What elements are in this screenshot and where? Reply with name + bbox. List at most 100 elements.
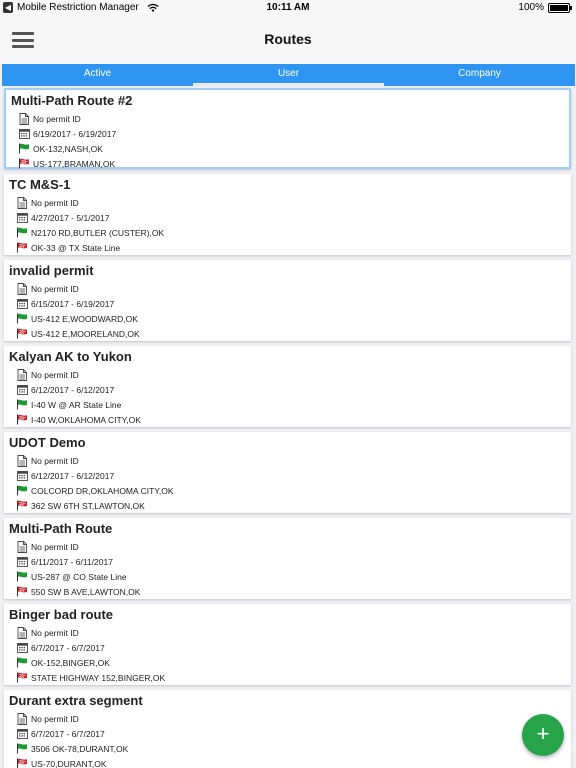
start-location-row: US-412 E,WOODWARD,OK bbox=[16, 311, 138, 326]
end-location-row: US-412 E,MOORELAND,OK bbox=[16, 326, 140, 341]
green-flag-icon bbox=[16, 313, 28, 325]
battery-percent: 100% bbox=[518, 2, 544, 13]
start-location: US-412 E,WOODWARD,OK bbox=[31, 313, 138, 324]
end-location: US-412 E,MOORELAND,OK bbox=[31, 328, 140, 339]
calendar-icon bbox=[16, 728, 28, 740]
permit-id: No permit ID bbox=[31, 455, 79, 466]
calendar-icon bbox=[16, 212, 28, 224]
calendar-icon bbox=[16, 642, 28, 654]
calendar-icon bbox=[16, 556, 28, 568]
hamburger-menu-icon[interactable] bbox=[12, 32, 34, 48]
route-card[interactable]: UDOT Demo No permit ID 6/12/2017 - 6/12/20… bbox=[4, 432, 571, 513]
tab-bar: Active User Company bbox=[2, 64, 575, 86]
permit-id: No permit ID bbox=[31, 541, 79, 552]
start-location: I-40 W @ AR State Line bbox=[31, 399, 122, 410]
date-range: 6/12/2017 - 6/12/2017 bbox=[31, 384, 115, 395]
end-location-row: OK-33 @ TX State Line bbox=[16, 240, 120, 255]
tab-company[interactable]: Company bbox=[384, 64, 575, 86]
start-location-row: COLCORD DR,OKLAHOMA CITY,OK bbox=[16, 483, 173, 498]
document-icon bbox=[16, 626, 28, 639]
date-row: 6/19/2017 - 6/19/2017 bbox=[18, 126, 116, 141]
start-location-row: 3506 OK-78,DURANT,OK bbox=[16, 741, 128, 756]
end-location: US-177,BRAMAN,OK bbox=[33, 158, 116, 169]
document-icon bbox=[18, 112, 30, 125]
route-card[interactable]: Kalyan AK to Yukon No permit ID 6/12/2017 … bbox=[4, 346, 571, 427]
calendar-icon bbox=[16, 384, 28, 396]
route-name: Binger bad route bbox=[9, 607, 114, 622]
permit-row: No permit ID bbox=[16, 195, 79, 210]
route-card[interactable]: Multi-Path Route No permit ID 6/11/2017 - … bbox=[4, 518, 571, 599]
end-location-row: US-177,BRAMAN,OK bbox=[18, 156, 115, 171]
permit-row: No permit ID bbox=[16, 711, 79, 726]
page-title: Routes bbox=[264, 31, 312, 47]
start-location: OK-152,BINGER,OK bbox=[31, 657, 110, 668]
permit-id: No permit ID bbox=[33, 113, 81, 124]
route-card[interactable]: invalid permit No permit ID 6/15/2017 - 6/… bbox=[4, 260, 571, 341]
date-range: 6/12/2017 - 6/12/2017 bbox=[31, 470, 115, 481]
route-name: Durant extra segment bbox=[9, 693, 143, 708]
green-flag-icon bbox=[16, 571, 28, 583]
end-location-row: STATE HIGHWAY 152,BINGER,OK bbox=[16, 670, 165, 685]
end-location: I-40 W,OKLAHOMA CITY,OK bbox=[31, 414, 141, 425]
end-location-row: 362 SW 6TH ST,LAWTON,OK bbox=[16, 498, 145, 513]
document-icon bbox=[16, 368, 28, 381]
route-card[interactable]: Binger bad route No permit ID 6/7/2017 - 6… bbox=[4, 604, 571, 685]
date-range: 6/11/2017 - 6/11/2017 bbox=[31, 556, 113, 567]
route-list[interactable]: Multi-Path Route #2 No permit ID 6/19/2017… bbox=[0, 86, 576, 768]
end-location: STATE HIGHWAY 152,BINGER,OK bbox=[31, 672, 166, 683]
green-flag-icon bbox=[16, 399, 28, 411]
date-row: 6/12/2017 - 6/12/2017 bbox=[16, 468, 114, 483]
permit-row: No permit ID bbox=[16, 625, 79, 640]
permit-row: No permit ID bbox=[16, 453, 79, 468]
calendar-icon bbox=[16, 298, 28, 310]
start-location: OK-132,NASH,OK bbox=[33, 143, 103, 154]
date-row: 6/15/2017 - 6/19/2017 bbox=[16, 296, 114, 311]
navigation-bar: Routes bbox=[0, 16, 576, 64]
battery-icon bbox=[548, 2, 572, 13]
permit-row: No permit ID bbox=[18, 111, 81, 126]
green-flag-icon bbox=[18, 143, 30, 155]
end-location: 362 SW 6TH ST,LAWTON,OK bbox=[31, 500, 145, 511]
permit-id: No permit ID bbox=[31, 283, 79, 294]
document-icon bbox=[16, 196, 28, 209]
route-card[interactable]: TC M&S-1 No permit ID 4/27/2017 - 5/1/2017… bbox=[4, 174, 571, 255]
green-flag-icon bbox=[16, 227, 28, 239]
permit-id: No permit ID bbox=[31, 713, 79, 724]
start-location-row: OK-152,BINGER,OK bbox=[16, 655, 110, 670]
tab-user[interactable]: User bbox=[193, 64, 384, 86]
permit-row: No permit ID bbox=[16, 367, 79, 382]
battery-status: 100% bbox=[518, 2, 572, 13]
route-name: TC M&S-1 bbox=[9, 177, 71, 192]
date-range: 6/19/2017 - 6/19/2017 bbox=[33, 128, 117, 139]
end-location: 550 SW B AVE,LAWTON,OK bbox=[31, 586, 141, 597]
calendar-icon bbox=[18, 128, 30, 140]
route-name: Multi-Path Route bbox=[9, 521, 113, 536]
end-location-row: I-40 W,OKLAHOMA CITY,OK bbox=[16, 412, 141, 427]
date-row: 4/27/2017 - 5/1/2017 bbox=[16, 210, 109, 225]
checkered-flag-icon bbox=[16, 758, 28, 768]
start-location-row: OK-132,NASH,OK bbox=[18, 141, 103, 156]
route-card[interactable]: Multi-Path Route #2 No permit ID 6/19/2017… bbox=[4, 88, 571, 169]
permit-id: No permit ID bbox=[31, 627, 79, 638]
green-flag-icon bbox=[16, 743, 28, 755]
start-location-row: N2170 RD,BUTLER (CUSTER),OK bbox=[16, 225, 164, 240]
permit-id: No permit ID bbox=[31, 369, 79, 380]
tab-active[interactable]: Active bbox=[2, 64, 193, 86]
start-location: 3506 OK-78,DURANT,OK bbox=[31, 743, 129, 754]
start-location-row: I-40 W @ AR State Line bbox=[16, 397, 121, 412]
route-card[interactable]: Durant extra segment No permit ID 6/7/2017… bbox=[4, 690, 571, 768]
end-location: US-70,DURANT,OK bbox=[31, 758, 107, 768]
status-bar: ◀ Mobile Restriction Manager 10:11 AM 10… bbox=[0, 0, 576, 16]
status-time: 10:11 AM bbox=[266, 2, 310, 13]
start-location: COLCORD DR,OKLAHOMA CITY,OK bbox=[31, 485, 174, 496]
route-name: UDOT Demo bbox=[9, 435, 86, 450]
add-route-button[interactable]: + bbox=[522, 714, 564, 756]
checkered-flag-icon bbox=[16, 586, 28, 598]
date-range: 6/7/2017 - 6/7/2017 bbox=[31, 728, 105, 739]
checkered-flag-icon bbox=[16, 242, 28, 254]
date-row: 6/7/2017 - 6/7/2017 bbox=[16, 640, 105, 655]
start-location: US-287 @ CO State Line bbox=[31, 571, 127, 582]
date-row: 6/12/2017 - 6/12/2017 bbox=[16, 382, 114, 397]
date-range: 6/15/2017 - 6/19/2017 bbox=[31, 298, 115, 309]
end-location-row: 550 SW B AVE,LAWTON,OK bbox=[16, 584, 140, 599]
